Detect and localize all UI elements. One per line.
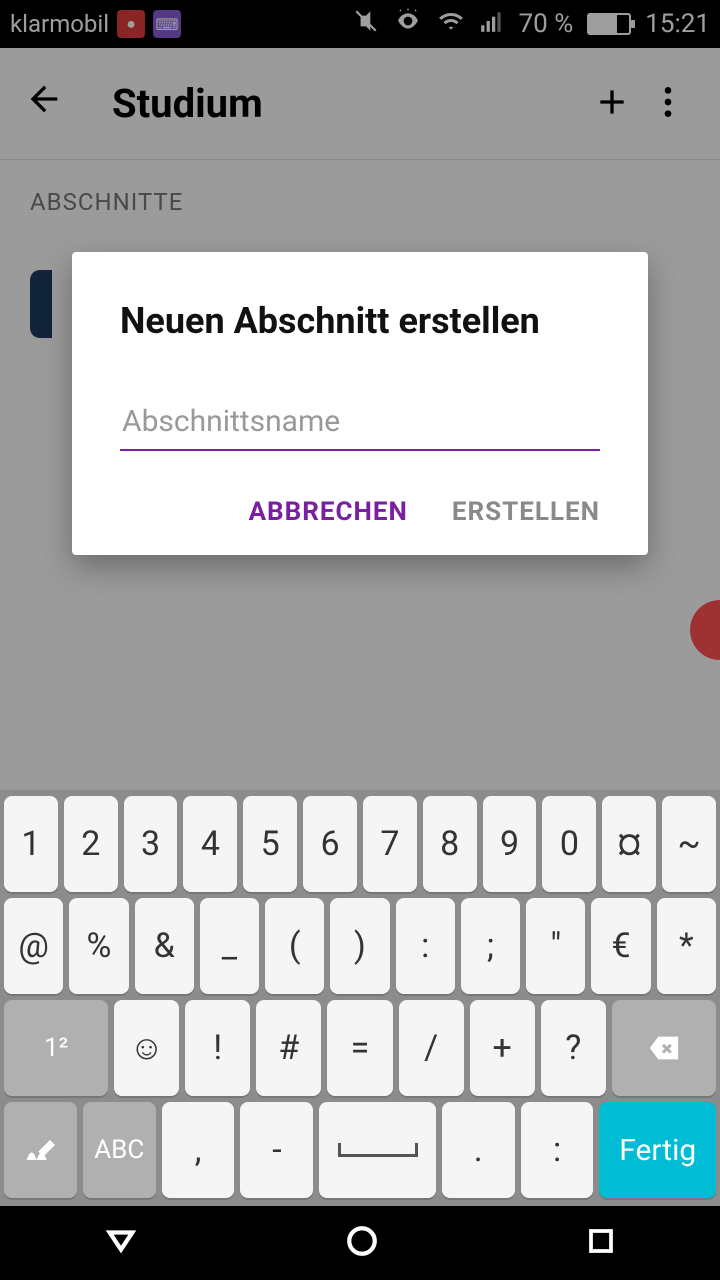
key-7[interactable]: 7 [363,796,417,892]
key-?[interactable]: ? [541,1000,606,1096]
key-;[interactable]: ; [461,898,520,994]
key-8[interactable]: 8 [423,796,477,892]
key-![interactable]: ! [185,1000,250,1096]
key-☺[interactable]: ☺ [114,1000,179,1096]
key-1[interactable]: 1 [4,796,58,892]
key-2[interactable]: 2 [64,796,118,892]
key-0[interactable]: 0 [542,796,596,892]
nav-home[interactable] [345,1224,379,1262]
nav-recent[interactable] [586,1226,616,1260]
key-%[interactable]: % [69,898,128,994]
key-([interactable]: ( [265,898,324,994]
key-#[interactable]: # [256,1000,321,1096]
key-/[interactable]: / [399,1000,464,1096]
key-4[interactable]: 4 [183,796,237,892]
key-€[interactable]: € [591,898,650,994]
key-backspace[interactable] [612,1000,716,1096]
key-+[interactable]: + [470,1000,535,1096]
key--[interactable]: - [240,1102,313,1198]
key-:[interactable]: : [521,1102,594,1198]
dialog-title: Neuen Abschnitt erstellen [120,300,600,342]
key-=[interactable]: = [327,1000,392,1096]
key-*[interactable]: * [657,898,716,994]
key-.[interactable]: . [442,1102,515,1198]
create-button[interactable]: ERSTELLEN [452,497,600,527]
key-)[interactable]: ) [330,898,389,994]
key-done[interactable]: Fertig [599,1102,716,1198]
key-¤[interactable]: ¤ [602,796,656,892]
key-mode-abc[interactable]: ABC [83,1102,156,1198]
key-@[interactable]: @ [4,898,63,994]
key-:[interactable]: : [396,898,455,994]
key-_[interactable]: _ [200,898,259,994]
key-"[interactable]: " [526,898,585,994]
key-9[interactable]: 9 [483,796,537,892]
key-6[interactable]: 6 [303,796,357,892]
cancel-button[interactable]: ABBRECHEN [249,497,408,527]
key-~[interactable]: ~ [662,796,716,892]
key-3[interactable]: 3 [124,796,178,892]
create-section-dialog: Neuen Abschnitt erstellen ABBRECHEN ERST… [72,252,648,555]
nav-back[interactable] [104,1224,138,1262]
key-handwriting[interactable] [4,1102,77,1198]
system-nav-bar [0,1206,720,1280]
key-shift[interactable]: 1² [4,1000,108,1096]
soft-keyboard: 1234567890¤~ @%&_():;"€* 1² ☺!#=/+? ABC … [0,790,720,1206]
key-,[interactable]: , [162,1102,235,1198]
key-&[interactable]: & [135,898,194,994]
key-5[interactable]: 5 [243,796,297,892]
key-space[interactable] [319,1102,436,1198]
section-name-input[interactable] [120,398,600,451]
